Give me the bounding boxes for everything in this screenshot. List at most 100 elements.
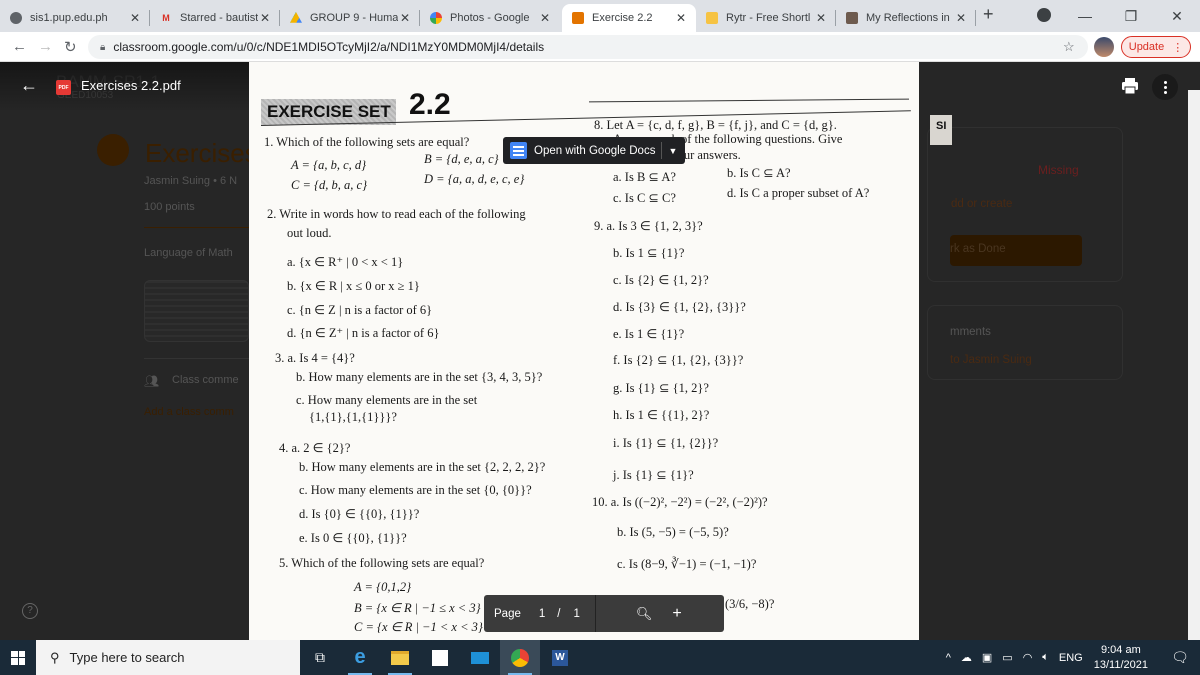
onedrive-icon[interactable]: ☁	[961, 651, 972, 664]
forward-button[interactable]: →	[38, 38, 53, 55]
google-photos-icon	[430, 12, 442, 24]
help-icon[interactable]: ?	[22, 603, 38, 619]
tab-photos[interactable]: Photos - Google ✕	[420, 4, 560, 32]
question-8b: b. Is C ⊆ A?	[727, 166, 791, 180]
bookmark-star-icon[interactable]: ☆	[1063, 39, 1075, 55]
question-9g: g. Is {1} ⊆ {1, 2}?	[613, 381, 709, 395]
notification-center-icon[interactable]: 🗨︎	[1165, 649, 1195, 666]
globe-icon	[10, 12, 22, 24]
new-tab-button[interactable]: +	[983, 4, 994, 25]
mark-as-done-button[interactable]: rk as Done	[950, 235, 1082, 266]
volume-icon[interactable]: 🔈︎	[1042, 651, 1049, 664]
question-10c: c. Is (8−9, ∛−1) = (−1, −1)?	[617, 557, 757, 571]
description: Language of Math	[144, 247, 233, 259]
profile-photo-icon	[846, 12, 858, 24]
edge-icon[interactable]: e	[340, 640, 380, 675]
language-indicator[interactable]: ENG	[1059, 652, 1083, 664]
print-icon[interactable]	[1120, 76, 1140, 96]
taskbar-search[interactable]: ⚲ Type here to search	[36, 640, 300, 675]
back-button[interactable]: ←	[12, 38, 27, 55]
classroom-side-panel	[919, 62, 1200, 640]
microsoft-store-icon[interactable]	[420, 640, 460, 675]
question-2c: c. {n ∈ Z | n is a factor of 6}	[287, 303, 433, 317]
tab-reflections[interactable]: My Reflections in ✕	[836, 4, 976, 32]
private-comments-card	[927, 305, 1123, 380]
start-button[interactable]	[0, 640, 36, 675]
close-tab-icon[interactable]: ✕	[128, 11, 142, 25]
tab-title: Starred - bautista	[180, 12, 258, 24]
attachment-thumbnail[interactable]	[144, 280, 249, 342]
question-9i: i. Is {1} ⊆ {1, {2}}?	[613, 436, 719, 450]
pdf-file-icon: PDF	[56, 80, 71, 95]
windows-taskbar: ⚲ Type here to search ⧉ e W ^ ☁ ▣ ▭ ◠ 🔈︎…	[0, 640, 1200, 675]
close-tab-icon[interactable]: ✕	[954, 11, 968, 25]
tab-rytr[interactable]: Rytr - Free Shortl ✕	[696, 4, 836, 32]
update-label: Update	[1128, 41, 1165, 53]
tab-drive[interactable]: GROUP 9 - Huma ✕	[280, 4, 420, 32]
question-9e: e. Is 1 ∈ {1}?	[613, 327, 685, 341]
search-icon: ⚲	[50, 649, 60, 665]
chrome-icon[interactable]	[500, 640, 540, 675]
close-tab-icon[interactable]: ✕	[398, 11, 412, 25]
file-explorer-icon[interactable]	[380, 640, 420, 675]
back-arrow-icon[interactable]: ←	[20, 75, 38, 96]
tab-exercise-active[interactable]: Exercise 2.2 ✕	[562, 4, 696, 32]
add-comment-to-jasmin[interactable]: to Jasmin Suing	[950, 354, 1032, 366]
question-8c: c. Is C ⊆ C?	[613, 191, 676, 205]
question-2d: d. {n ∈ Z⁺ | n is a factor of 6}	[287, 326, 440, 340]
points: 100 points	[144, 201, 195, 213]
question-2-cont: out loud.	[287, 226, 332, 240]
question-4d: d. Is {0} ∈ {{0}, {1}}?	[299, 507, 420, 521]
more-options-button[interactable]	[1152, 74, 1178, 100]
minimize-button[interactable]: —	[1062, 8, 1108, 24]
add-class-comment[interactable]: Add a class comm	[144, 406, 234, 418]
tab-title: Rytr - Free Shortl	[726, 12, 811, 24]
tab-search-icon[interactable]	[1037, 8, 1051, 22]
tab-sis1[interactable]: sis1.pup.edu.ph ✕	[0, 4, 150, 32]
profile-avatar[interactable]	[1094, 37, 1114, 57]
battery-icon[interactable]: ▭	[1002, 651, 1012, 664]
page-scrollbar[interactable]	[1188, 90, 1200, 640]
question-3c: c. How many elements are in the set	[296, 393, 478, 407]
question-3a: 3. a. Is 4 = {4}?	[275, 351, 355, 365]
mail-icon[interactable]	[460, 640, 500, 675]
close-tab-icon[interactable]: ✕	[538, 11, 552, 25]
url-text: classroom.google.com/u/0/c/NDE1MDI5OTcyM…	[113, 40, 545, 54]
zoom-in-icon[interactable]: +	[672, 605, 681, 623]
question-10b: b. Is (5, −5) = (−5, 5)?	[617, 525, 729, 539]
tab-gmail[interactable]: M Starred - bautista ✕	[150, 4, 280, 32]
rytr-icon	[706, 12, 718, 24]
close-tab-icon[interactable]: ✕	[258, 11, 272, 25]
tab-title: sis1.pup.edu.ph	[30, 12, 108, 24]
question-1: 1. Which of the following sets are equal…	[264, 135, 470, 149]
restore-button[interactable]: ❐	[1108, 8, 1154, 25]
question-4c: c. How many elements are in the set {0, …	[299, 483, 532, 497]
update-button[interactable]: Update ⋮	[1121, 36, 1191, 58]
zoom-out-icon[interactable]: 🔍︎	[636, 606, 653, 622]
task-view-icon[interactable]: ⧉	[300, 640, 340, 675]
add-or-create-button[interactable]: dd or create	[951, 198, 1012, 210]
wifi-icon[interactable]: ◠	[1023, 651, 1033, 664]
tab-title: Exercise 2.2	[592, 12, 653, 24]
page-indicator: Page 1 / 1 🔍︎ +	[484, 595, 724, 632]
people-icon: 👥︎	[144, 374, 160, 388]
question-5: 5. Which of the following sets are equal…	[279, 556, 485, 570]
word-icon[interactable]: W	[540, 640, 580, 675]
tab-title: Photos - Google	[450, 12, 530, 24]
question-9f: f. Is {2} ⊆ {1, {2}, {3}}?	[613, 353, 744, 367]
show-hidden-icons[interactable]: ^	[946, 652, 951, 664]
reload-button[interactable]: ↻	[64, 38, 77, 56]
question-3b: b. How many elements are in the set {3, …	[296, 370, 543, 384]
meet-now-icon[interactable]: ▣	[982, 651, 992, 664]
column-rule	[589, 98, 909, 103]
dropdown-caret-icon[interactable]: ▼	[668, 146, 677, 156]
address-bar[interactable]: 🔒︎ classroom.google.com/u/0/c/NDE1MDI5OT…	[88, 35, 1088, 59]
close-tab-icon[interactable]: ✕	[674, 11, 688, 25]
clock[interactable]: 9:04 am 13/11/2021	[1094, 643, 1148, 673]
tab-title: GROUP 9 - Huma	[310, 12, 398, 24]
open-with-google-docs-button[interactable]: Open with Google Docs ▼	[503, 137, 685, 164]
set-b: B = {d, e, a, c}	[424, 152, 499, 166]
close-tab-icon[interactable]: ✕	[814, 11, 828, 25]
close-window-button[interactable]: ✕	[1154, 8, 1200, 25]
button-divider	[661, 142, 663, 159]
